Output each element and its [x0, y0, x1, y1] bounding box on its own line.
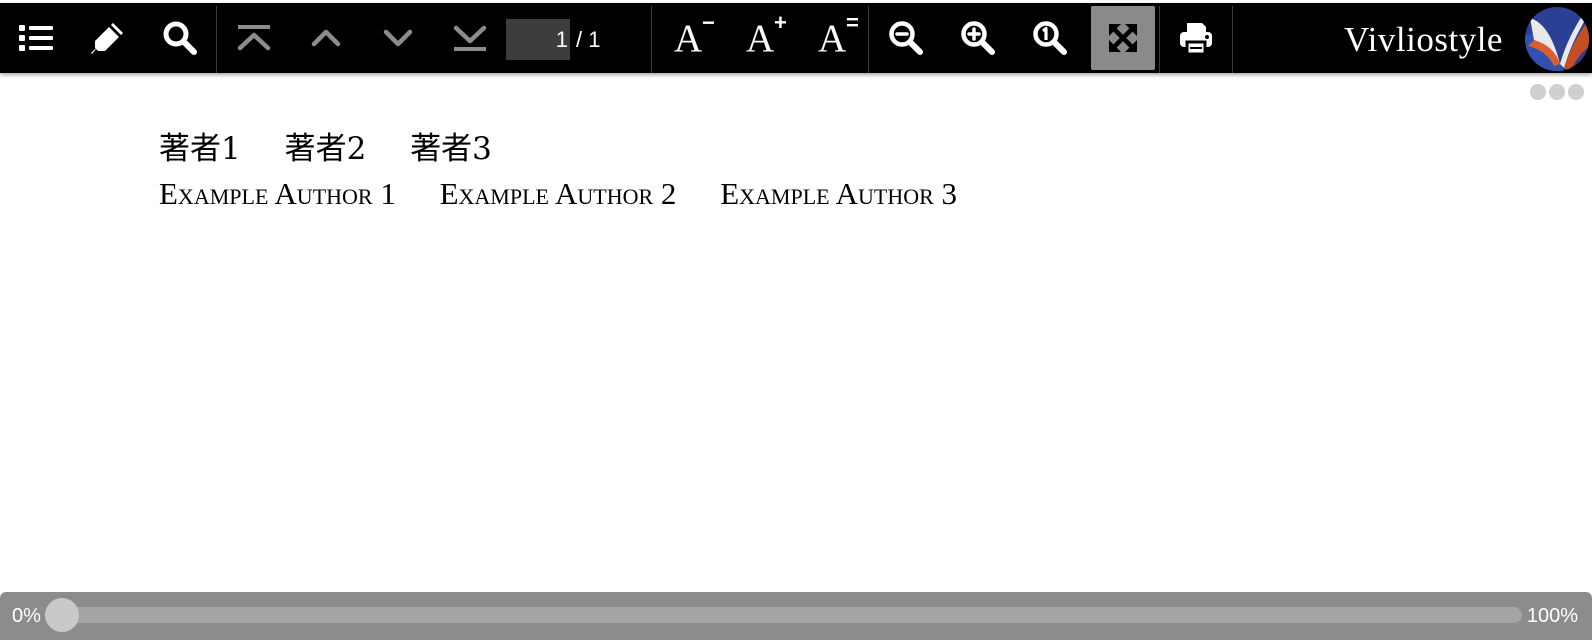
first-page-icon — [237, 25, 271, 51]
separator — [651, 6, 652, 73]
separator — [868, 6, 869, 73]
author-en-1: Example Author 1 — [159, 176, 396, 211]
marker-pen-icon — [91, 23, 123, 54]
zoom-out-button[interactable] — [880, 3, 932, 73]
separator — [216, 6, 217, 73]
zoom-in-icon — [961, 21, 995, 55]
zoom-actual-size-button[interactable] — [1024, 3, 1076, 73]
font-size-decrease-sup: − — [702, 10, 715, 35]
print-icon — [1180, 23, 1212, 55]
progress-start-label: 0% — [12, 605, 41, 627]
toolbar: / 1 A − A + A = — [0, 3, 1592, 73]
author-en-3: Example Author 3 — [720, 176, 958, 211]
fit-to-screen-button[interactable] — [1091, 6, 1155, 70]
font-size-decrease-button[interactable]: A − — [662, 3, 722, 73]
authors-english: Example Author 1 Example Author 2 Exampl… — [159, 176, 993, 212]
last-page-icon — [453, 25, 487, 51]
separator — [1159, 6, 1160, 73]
font-size-decrease-icon: A — [674, 17, 703, 60]
brand-name: Vivliostyle — [1344, 20, 1503, 59]
first-page-button[interactable] — [228, 3, 280, 73]
viewer-window: / 1 A − A + A = — [0, 0, 1592, 640]
marker-button[interactable] — [82, 3, 134, 73]
progress-slider-thumb[interactable] — [45, 598, 79, 632]
font-size-increase-button[interactable]: A + — [734, 3, 794, 73]
font-size-increase-icon: A — [746, 17, 775, 60]
progress-end-label: 100% — [1526, 605, 1578, 627]
font-size-default-button[interactable]: A = — [806, 3, 866, 73]
list-icon — [19, 25, 53, 51]
zoom-out-icon — [889, 21, 923, 55]
reading-progress-bar: 0% 100% — [0, 592, 1592, 640]
chevron-down-icon — [383, 29, 413, 47]
fullscreen-icon — [1109, 24, 1137, 52]
separator — [1232, 6, 1233, 73]
zoom-in-button[interactable] — [952, 3, 1004, 73]
author-en-2: Example Author 2 — [439, 176, 677, 211]
prev-page-button[interactable] — [300, 3, 352, 73]
author-ja-1: 著者1 — [159, 131, 241, 167]
font-size-increase-sup: + — [774, 10, 787, 35]
toc-button[interactable] — [10, 3, 62, 73]
author-ja-3: 著者3 — [410, 131, 492, 167]
last-page-button[interactable] — [444, 3, 496, 73]
progress-slider-track[interactable] — [45, 598, 1522, 632]
next-page-button[interactable] — [372, 3, 424, 73]
search-icon — [163, 21, 197, 55]
search-button[interactable] — [154, 3, 206, 73]
zoom-actual-size-icon — [1033, 21, 1067, 55]
page-number-input[interactable] — [506, 19, 570, 60]
font-size-default-icon: A — [818, 17, 847, 60]
page-total-label: / 1 — [576, 27, 601, 52]
author-ja-2: 著者2 — [284, 131, 367, 167]
font-size-default-sup: = — [846, 10, 859, 35]
vivliostyle-logo — [1524, 6, 1590, 72]
more-options-icon[interactable] — [1529, 82, 1585, 102]
print-button[interactable] — [1170, 3, 1222, 73]
chevron-up-icon — [311, 29, 341, 47]
authors-japanese: 著者1 著者2 著者3 — [159, 130, 526, 168]
